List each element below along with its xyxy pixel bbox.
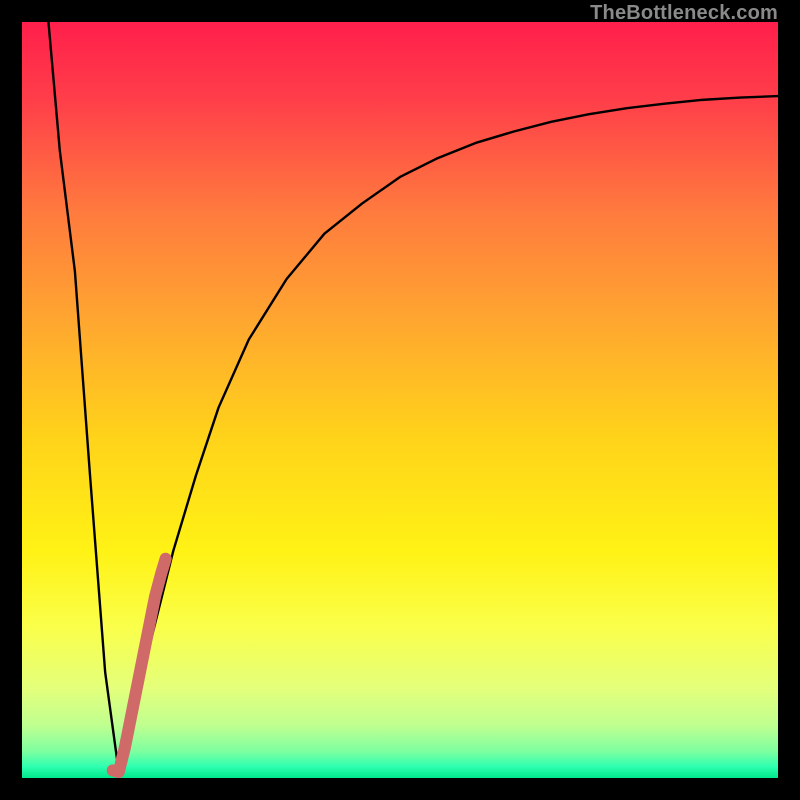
- chart-frame: TheBottleneck.com: [0, 0, 800, 800]
- curve-right-branch: [119, 96, 778, 772]
- highlight-segment: [113, 559, 166, 772]
- watermark-text: TheBottleneck.com: [590, 2, 778, 25]
- chart-canvas: [22, 22, 778, 778]
- curve-left-branch: [48, 22, 118, 772]
